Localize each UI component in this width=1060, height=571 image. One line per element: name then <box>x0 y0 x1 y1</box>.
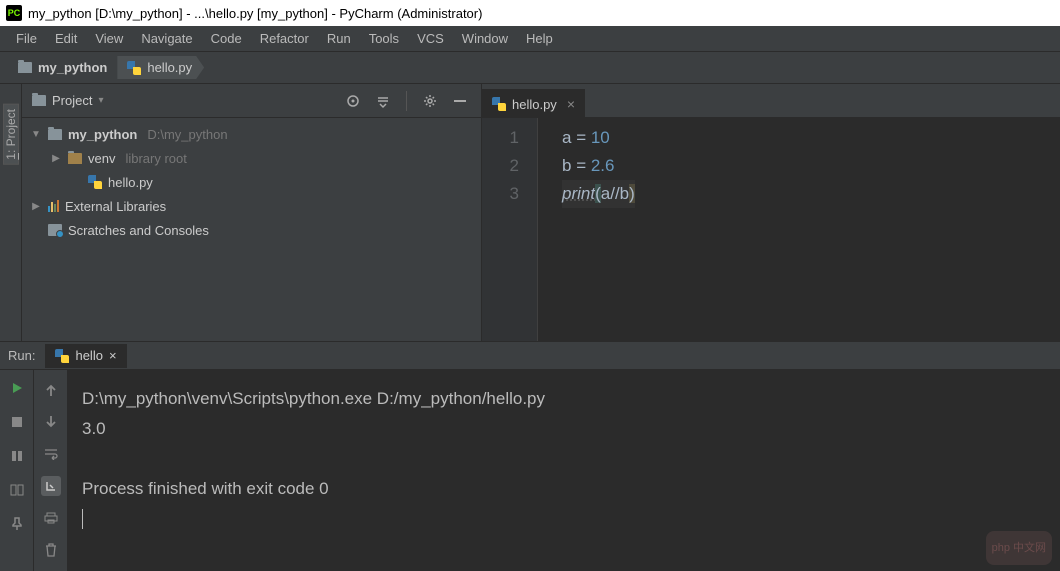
panel-settings-button[interactable] <box>419 90 441 112</box>
trash-icon <box>45 543 57 557</box>
project-toolwindow: Project ▾ ▼ my_python D:\my_p <box>22 84 482 341</box>
soft-wrap-button[interactable] <box>41 444 61 464</box>
rail-tab-project[interactable]: 1: Project <box>3 104 19 165</box>
run-actions-primary <box>0 370 34 571</box>
menu-navigate[interactable]: Navigate <box>133 29 200 48</box>
rerun-button[interactable] <box>7 378 27 398</box>
venv-folder-icon <box>68 153 82 164</box>
editor-tab-hello[interactable]: hello.py × <box>482 89 585 117</box>
menu-tools[interactable]: Tools <box>361 29 407 48</box>
divider <box>406 91 407 111</box>
project-tree: ▼ my_python D:\my_python ▶ venv library … <box>22 118 481 341</box>
gear-icon <box>422 93 438 109</box>
layout-button[interactable] <box>7 480 27 500</box>
menu-window[interactable]: Window <box>454 29 516 48</box>
run-tab-hello[interactable]: hello × <box>45 344 126 368</box>
tree-scratches[interactable]: Scratches and Consoles <box>22 218 481 242</box>
chevron-down-icon: ▾ <box>98 95 103 106</box>
code-area[interactable]: 1 2 3 a = 10 b = 2.6 print(a//b) <box>482 118 1060 341</box>
stop-button[interactable] <box>7 412 27 432</box>
folder-icon <box>18 62 32 73</box>
breadcrumb-file[interactable]: hello.py <box>117 56 204 79</box>
watermark: php 中文网 <box>986 531 1052 565</box>
run-label: Run: <box>8 348 35 363</box>
arrow-down-icon <box>45 415 57 429</box>
breadcrumb-bar: my_python hello.py <box>0 52 1060 84</box>
pin-icon <box>11 517 23 531</box>
os-titlebar: PC my_python [D:\my_python] - ...\hello.… <box>0 0 1060 26</box>
locate-file-button[interactable] <box>342 90 364 112</box>
chevron-right-icon: ▶ <box>50 153 62 164</box>
arrow-up-icon <box>45 383 57 397</box>
scratches-icon <box>48 224 62 236</box>
scroll-to-end-button[interactable] <box>41 476 61 496</box>
editor-tabbar: hello.py × <box>482 84 1060 118</box>
up-stack-button[interactable] <box>41 380 61 400</box>
breadcrumb-project[interactable]: my_python <box>8 56 119 79</box>
pause-icon <box>11 450 23 462</box>
python-file-icon <box>492 97 506 111</box>
folder-icon <box>32 95 46 106</box>
menu-edit[interactable]: Edit <box>47 29 85 48</box>
pin-button[interactable] <box>7 514 27 534</box>
menu-view[interactable]: View <box>87 29 131 48</box>
project-panel-header: Project ▾ <box>22 84 481 118</box>
print-button[interactable] <box>41 508 61 528</box>
code-content[interactable]: a = 10 b = 2.6 print(a//b) <box>538 118 635 341</box>
tree-file-hello[interactable]: hello.py <box>22 170 481 194</box>
library-icon <box>48 200 59 212</box>
wrap-icon <box>44 448 58 460</box>
folder-icon <box>48 129 62 140</box>
editor: hello.py × 1 2 3 a = 10 b = 2.6 print(a/… <box>482 84 1060 341</box>
layout-icon <box>10 484 24 496</box>
trash-button[interactable] <box>41 540 61 560</box>
run-actions-secondary <box>34 370 68 571</box>
print-icon <box>44 512 58 524</box>
run-header: Run: hello × <box>0 342 1060 370</box>
menu-refactor[interactable]: Refactor <box>252 29 317 48</box>
line-gutter: 1 2 3 <box>482 118 538 341</box>
toolwindow-rail-left: 1: Project <box>0 84 22 341</box>
stop-icon <box>11 416 23 428</box>
tree-external-libraries[interactable]: ▶ External Libraries <box>22 194 481 218</box>
menu-code[interactable]: Code <box>203 29 250 48</box>
collapse-all-button[interactable] <box>372 90 394 112</box>
run-toolwindow: Run: hello × <box>0 341 1060 571</box>
collapse-icon <box>375 93 391 109</box>
close-tab-button[interactable]: × <box>567 96 575 112</box>
project-panel-title[interactable]: Project ▾ <box>32 93 104 108</box>
chevron-right-icon: ▶ <box>30 201 42 212</box>
menubar: File Edit View Navigate Code Refactor Ru… <box>0 26 1060 52</box>
chevron-down-icon: ▼ <box>30 129 42 140</box>
minimize-icon <box>452 95 468 107</box>
python-file-icon <box>127 61 141 75</box>
scroll-end-icon <box>44 479 58 493</box>
text-cursor <box>82 509 83 529</box>
menu-file[interactable]: File <box>8 29 45 48</box>
pycharm-app-icon: PC <box>6 5 22 21</box>
menu-help[interactable]: Help <box>518 29 561 48</box>
tree-venv[interactable]: ▶ venv library root <box>22 146 481 170</box>
panel-hide-button[interactable] <box>449 90 471 112</box>
python-file-icon <box>88 175 102 189</box>
window-title: my_python [D:\my_python] - ...\hello.py … <box>28 6 482 21</box>
pause-button[interactable] <box>7 446 27 466</box>
python-file-icon <box>55 349 69 363</box>
menu-vcs[interactable]: VCS <box>409 29 452 48</box>
target-icon <box>345 93 361 109</box>
tab-label: hello.py <box>512 97 557 112</box>
play-icon <box>10 381 24 395</box>
close-run-tab-button[interactable]: × <box>109 348 117 363</box>
console-output[interactable]: D:\my_python\venv\Scripts\python.exe D:/… <box>68 370 1060 571</box>
down-stack-button[interactable] <box>41 412 61 432</box>
menu-run[interactable]: Run <box>319 29 359 48</box>
tree-root[interactable]: ▼ my_python D:\my_python <box>22 122 481 146</box>
